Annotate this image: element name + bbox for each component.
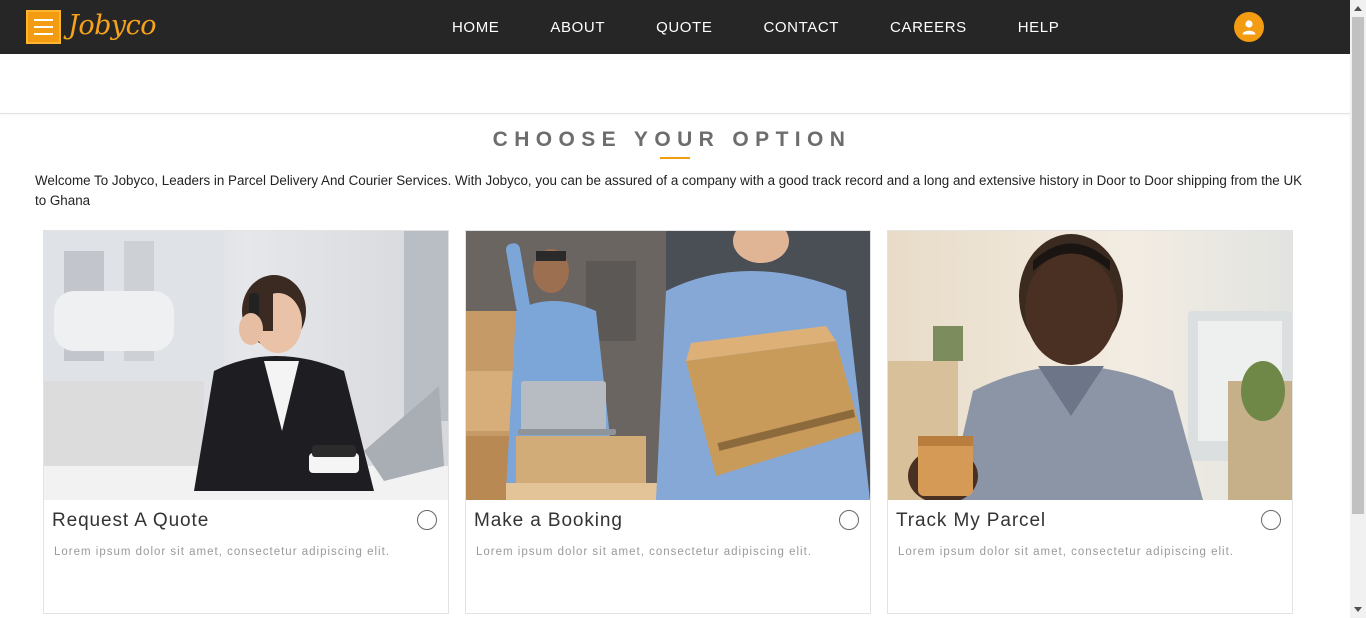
card-image-booking [466, 231, 870, 500]
arrow-down-icon [1354, 607, 1362, 612]
nav-home[interactable]: HOME [452, 19, 499, 36]
card-title: Track My Parcel [896, 510, 1047, 531]
title-underline [660, 157, 690, 159]
card-description: Lorem ipsum dolor sit amet, consectetur … [898, 546, 1234, 558]
option-card-booking[interactable]: Make a Booking Lorem ipsum dolor sit ame… [465, 230, 871, 614]
scrollbar-thumb[interactable] [1352, 17, 1364, 514]
section-title: CHOOSE YOUR OPTION [492, 128, 852, 151]
top-navbar: Jobyco HOME ABOUT QUOTE CONTACT CAREERS … [0, 0, 1350, 54]
intro-text: Welcome To Jobyco, Leaders in Parcel Del… [35, 173, 1303, 208]
hamburger-icon-bar [34, 26, 53, 28]
card-title: Make a Booking [474, 510, 623, 531]
card-image-track [888, 231, 1292, 500]
card-description: Lorem ipsum dolor sit amet, consectetur … [476, 546, 812, 558]
nav-quote[interactable]: QUOTE [656, 19, 712, 36]
nav-contact[interactable]: CONTACT [763, 19, 839, 36]
card-title: Request A Quote [52, 510, 210, 531]
hamburger-icon-bar [34, 19, 53, 21]
arrow-up-icon [1354, 6, 1362, 11]
option-radio-booking[interactable] [839, 510, 859, 530]
scroll-up-button[interactable] [1350, 0, 1366, 17]
scroll-down-button[interactable] [1350, 601, 1366, 618]
nav-help[interactable]: HELP [1018, 19, 1060, 36]
user-account-button[interactable] [1234, 12, 1264, 42]
nav-about[interactable]: ABOUT [550, 19, 605, 36]
main-nav: HOME ABOUT QUOTE CONTACT CAREERS HELP [452, 0, 1110, 54]
vertical-scrollbar[interactable] [1350, 0, 1366, 618]
nav-careers[interactable]: CAREERS [890, 19, 967, 36]
hamburger-menu-button[interactable] [26, 10, 61, 44]
hamburger-icon-bar [34, 33, 53, 35]
option-card-track[interactable]: Track My Parcel Lorem ipsum dolor sit am… [887, 230, 1293, 614]
page: Jobyco HOME ABOUT QUOTE CONTACT CAREERS … [0, 0, 1350, 618]
brand-logo[interactable]: Jobyco [68, 8, 157, 44]
header-divider [0, 113, 1350, 114]
user-icon [1242, 20, 1256, 35]
card-description: Lorem ipsum dolor sit amet, consectetur … [54, 546, 390, 558]
option-card-quote[interactable]: Request A Quote Lorem ipsum dolor sit am… [43, 230, 449, 614]
card-image-quote [44, 231, 448, 500]
option-radio-track[interactable] [1261, 510, 1281, 530]
option-radio-quote[interactable] [417, 510, 437, 530]
